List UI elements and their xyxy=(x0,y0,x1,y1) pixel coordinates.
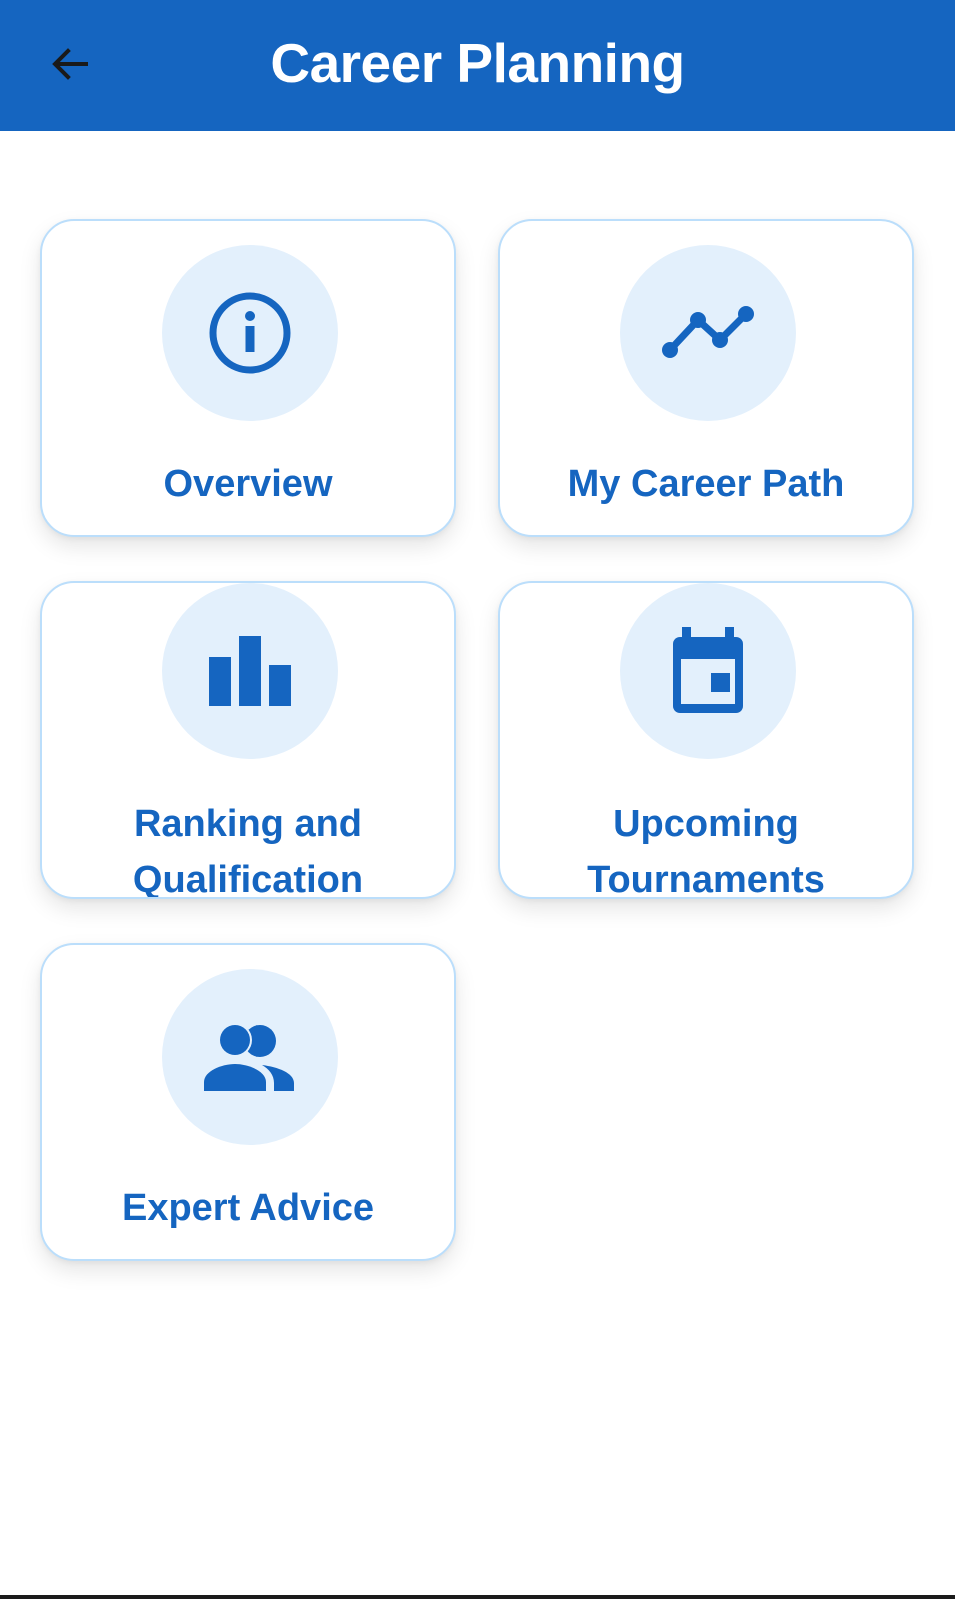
app-bar: Career Planning xyxy=(0,0,955,131)
tile-upcoming-tournaments[interactable]: Upcoming Tournaments xyxy=(498,581,914,899)
tile-overview[interactable]: Overview xyxy=(40,219,456,537)
trending-line-icon xyxy=(662,306,754,358)
icon-circle xyxy=(162,245,338,421)
tile-label: My Career Path xyxy=(567,463,845,505)
info-icon xyxy=(209,292,291,374)
bottom-edge-line xyxy=(0,1595,955,1599)
tile-ranking-and-qualification[interactable]: Ranking and Qualification xyxy=(40,581,456,899)
bar-chart-icon xyxy=(209,636,291,706)
icon-circle xyxy=(620,583,796,759)
icon-circle xyxy=(162,969,338,1145)
page-title: Career Planning xyxy=(270,32,685,94)
icon-circle xyxy=(162,583,338,759)
arrow-back-icon xyxy=(52,48,88,80)
tile-label: Expert Advice xyxy=(121,1187,375,1229)
tile-my-career-path[interactable]: My Career Path xyxy=(498,219,914,537)
back-button[interactable] xyxy=(30,24,110,104)
calendar-icon xyxy=(673,627,743,713)
tile-expert-advice[interactable]: Expert Advice xyxy=(40,943,456,1261)
tile-label: Overview xyxy=(163,463,333,505)
icon-circle xyxy=(620,245,796,421)
tile-label: Upcoming Tournaments xyxy=(587,803,825,899)
people-icon xyxy=(204,1023,294,1091)
tile-label: Ranking and Qualification xyxy=(132,803,364,899)
